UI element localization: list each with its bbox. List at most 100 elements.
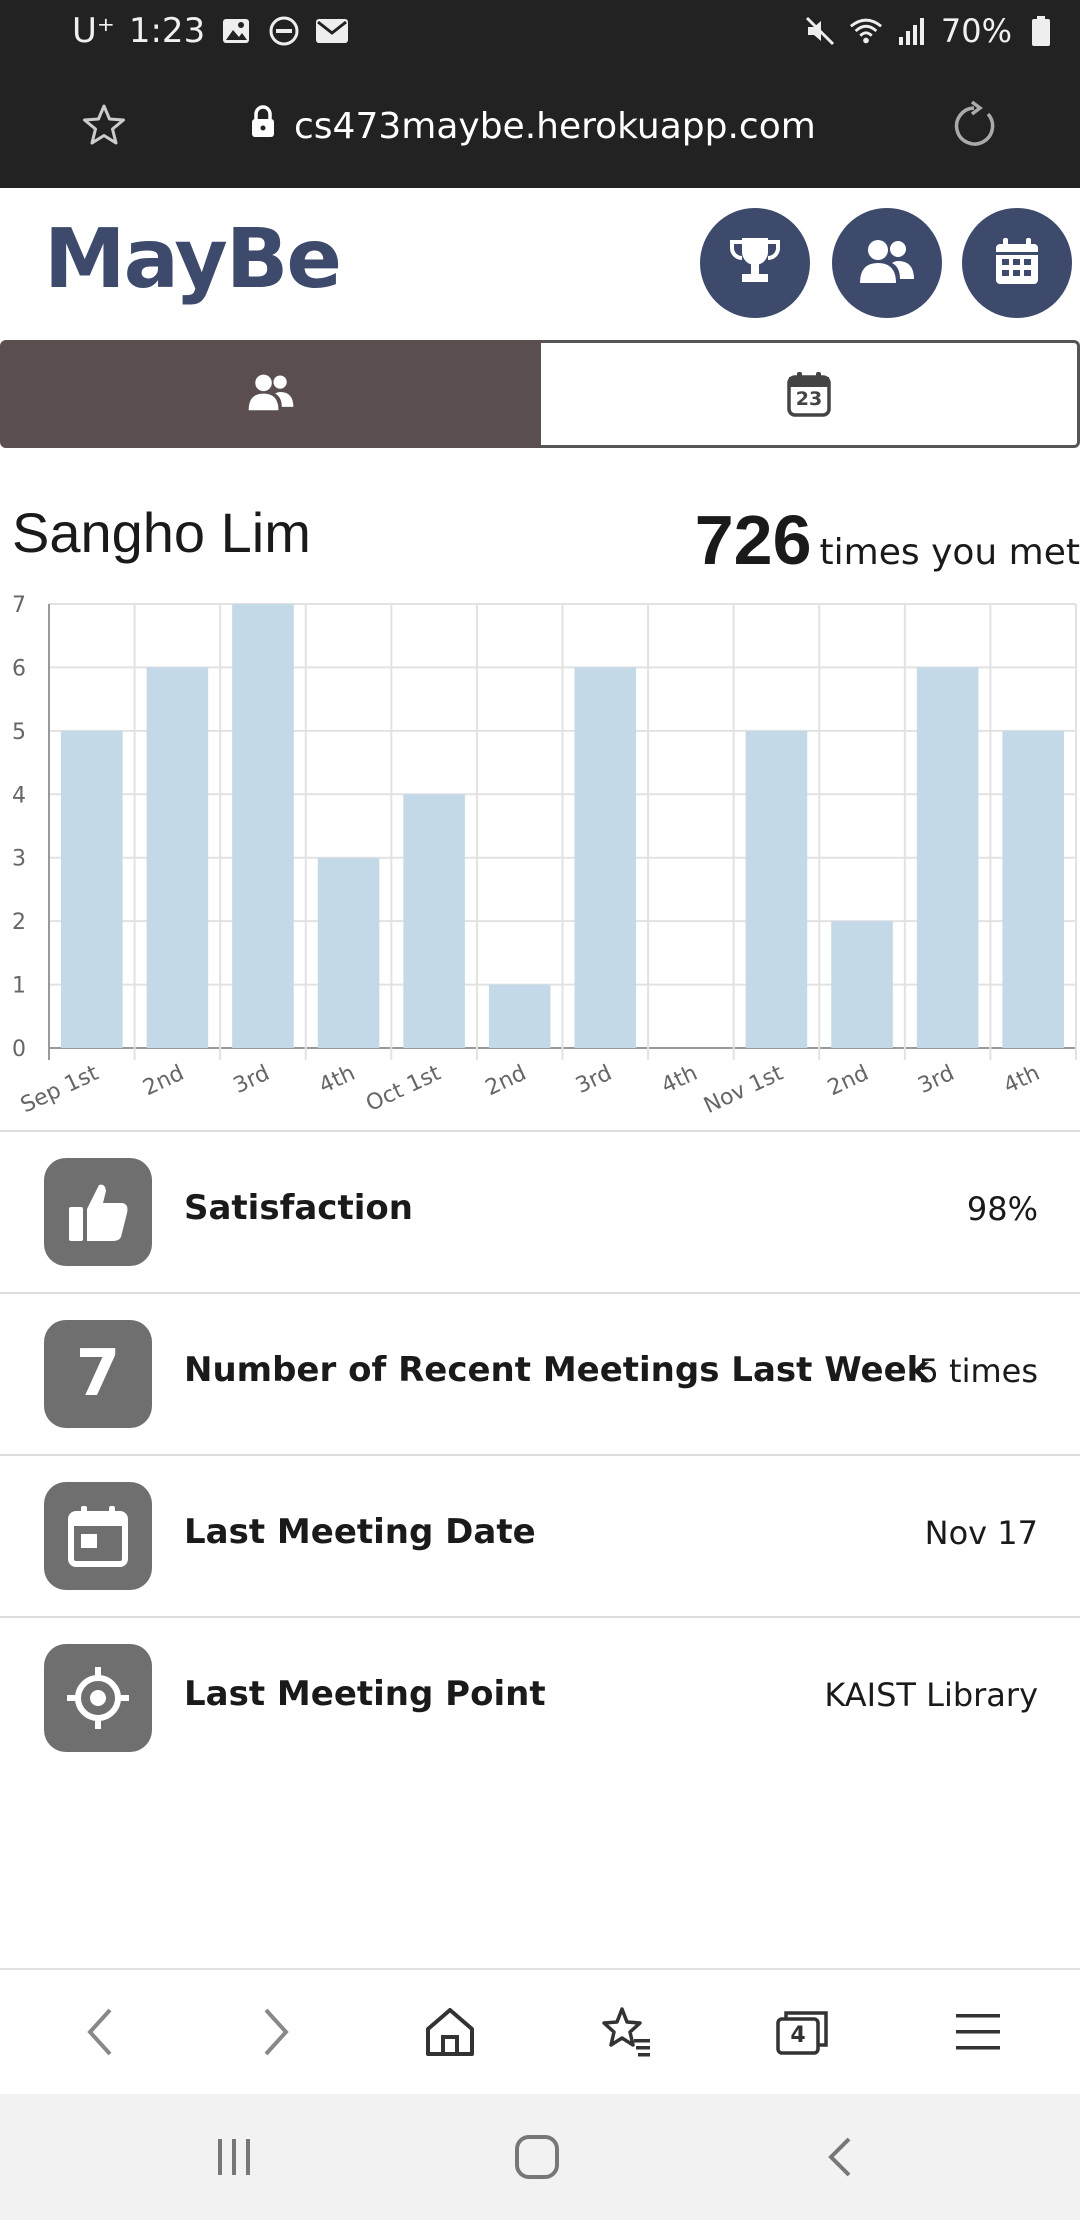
url-field[interactable]: cs473maybe.herokuapp.com <box>248 100 816 152</box>
meetings-bar-chart: 0 1 2 3 4 5 6 7 Sep 1st 2nd 3rd 4th Oct 1st 2nd 3rd 4th… <box>0 585 1080 1125</box>
chart-y-tick-label: 1 <box>12 974 26 999</box>
people-icon <box>858 237 916 289</box>
status-left: U⁺ 1:23 <box>72 10 349 52</box>
chart-x-tick-label: Sep 1st <box>17 1061 103 1119</box>
back-arrow-icon[interactable] <box>68 2000 132 2064</box>
chart-y-tick-label: 2 <box>12 910 26 935</box>
stat-value: 98% <box>966 1190 1038 1228</box>
chart-bar <box>745 730 808 1048</box>
chart-x-tick-label: 4th <box>1000 1061 1044 1099</box>
chart-bar <box>317 857 380 1048</box>
reload-icon[interactable] <box>948 100 1000 152</box>
tab-friends[interactable] <box>0 340 541 448</box>
stat-value: 5 times <box>918 1352 1039 1390</box>
calendar-button[interactable] <box>962 208 1072 318</box>
chart-bar <box>916 667 979 1048</box>
person-summary: Sangho Lim 726 times you met <box>0 500 1080 580</box>
stat-label: Satisfaction <box>184 1188 413 1228</box>
times-met-count: 726 <box>694 501 812 579</box>
chart-bar <box>403 794 465 1048</box>
friend-name: Sangho Lim <box>12 501 311 564</box>
app-header: MayBe <box>0 188 1080 340</box>
chart-bar <box>1002 730 1064 1048</box>
chart-x-tick-label: 4th <box>658 1061 702 1099</box>
status-bar: U⁺ 1:23 70% <box>0 0 1080 62</box>
calendar-day-number: 23 <box>795 388 823 410</box>
image-notification-icon <box>219 14 253 48</box>
times-met: 726 times you met <box>695 500 1080 580</box>
carrier-label: U⁺ <box>72 11 115 51</box>
stat-label: Last Meeting Point <box>184 1674 546 1714</box>
friends-button[interactable] <box>832 208 942 318</box>
forward-arrow-icon[interactable] <box>244 2000 308 2064</box>
stat-label: Last Meeting Date <box>184 1512 536 1552</box>
tabs-icon-box: 4 <box>776 2009 828 2055</box>
home-icon[interactable] <box>418 2000 482 2064</box>
stat-label: Number of Recent Meetings Last Week <box>184 1350 930 1390</box>
system-nav-bar <box>0 2094 1080 2220</box>
tabs-icon[interactable]: 4 <box>770 2000 834 2064</box>
tab-count: 4 <box>790 2023 806 2048</box>
chart-y-tick-label: 4 <box>12 783 26 808</box>
calendar-icon <box>993 236 1041 290</box>
stat-recent-meetings: 7 Number of Recent Meetings Last Week 5 … <box>0 1294 1080 1454</box>
chart-x-tick-label: 2nd <box>139 1061 188 1101</box>
url-text: cs473maybe.herokuapp.com <box>294 105 816 147</box>
do-not-disturb-icon <box>267 14 301 48</box>
chart-x-tick-label: 2nd <box>482 1061 531 1101</box>
lock-icon <box>248 104 278 149</box>
chart-x-tick-label: 4th <box>315 1061 359 1099</box>
chart-x-tick-label: 3rd <box>572 1061 616 1099</box>
chart-bar <box>61 730 123 1048</box>
mail-icon <box>315 14 349 48</box>
stat-satisfaction: Satisfaction 98% <box>0 1132 1080 1292</box>
chart-bar <box>146 667 209 1048</box>
stat-last-meeting-point: Last Meeting Point KAIST Library <box>0 1618 1080 1778</box>
seven-icon: 7 <box>44 1320 152 1428</box>
bookmark-star-icon[interactable] <box>80 102 128 150</box>
chart-bar <box>574 667 637 1048</box>
tab-calendar[interactable]: 23 <box>541 340 1080 448</box>
chart-x-tick-label: 3rd <box>914 1061 958 1099</box>
stat-value: Nov 17 <box>924 1514 1038 1552</box>
chart-y-tick-label: 3 <box>12 847 26 872</box>
trophy-icon <box>728 234 782 292</box>
chart-x-tick-label: 3rd <box>230 1061 274 1099</box>
chart-bar <box>488 984 551 1048</box>
view-tabs: 23 <box>0 340 1080 448</box>
signal-icon <box>895 14 929 48</box>
stat-last-meeting-date: Last Meeting Date Nov 17 <box>0 1456 1080 1616</box>
menu-icon[interactable] <box>946 2000 1010 2064</box>
chart-y-tick-label: 6 <box>12 656 26 681</box>
calendar-icon <box>44 1482 152 1590</box>
chart-svg: 01234567Sep 1st 2nd 3rd 4th Oct 1st 2nd 3rd 4th… <box>12 593 1077 1119</box>
calendar-day-icon: 23 <box>787 371 831 417</box>
time-label: 1:23 <box>128 11 206 51</box>
battery-label: 70% <box>940 12 1012 50</box>
recent-apps-icon[interactable] <box>204 2132 264 2182</box>
chart-bar <box>831 921 893 1048</box>
seven-icon-text: 7 <box>75 1337 121 1411</box>
bookmarks-star-icon[interactable] <box>594 2000 658 2064</box>
chart-x-tick-label: 2nd <box>824 1061 873 1101</box>
browser-url-bar: cs473maybe.herokuapp.com <box>0 62 1080 188</box>
times-met-label: times you met <box>819 532 1080 573</box>
chart-y-tick-label: 7 <box>12 593 26 618</box>
status-right: 70% <box>803 10 1058 52</box>
people-icon <box>247 372 295 416</box>
home-button-icon[interactable] <box>507 2132 567 2182</box>
thumbs-up-icon <box>44 1158 152 1266</box>
chart-x-tick-label: Nov 1st <box>700 1061 787 1119</box>
location-target-icon <box>44 1644 152 1752</box>
chart-bar <box>232 604 294 1048</box>
leaderboard-button[interactable] <box>700 208 810 318</box>
browser-bottom-nav: 4 <box>0 1968 1080 2094</box>
app-logo[interactable]: MayBe <box>44 212 342 307</box>
wifi-icon <box>849 14 883 48</box>
mute-icon <box>803 14 837 48</box>
chart-y-tick-label: 0 <box>12 1037 26 1062</box>
stat-value: KAIST Library <box>824 1676 1038 1714</box>
chart-y-tick-label: 5 <box>12 720 26 745</box>
battery-icon <box>1024 14 1058 48</box>
system-back-icon[interactable] <box>810 2132 870 2182</box>
